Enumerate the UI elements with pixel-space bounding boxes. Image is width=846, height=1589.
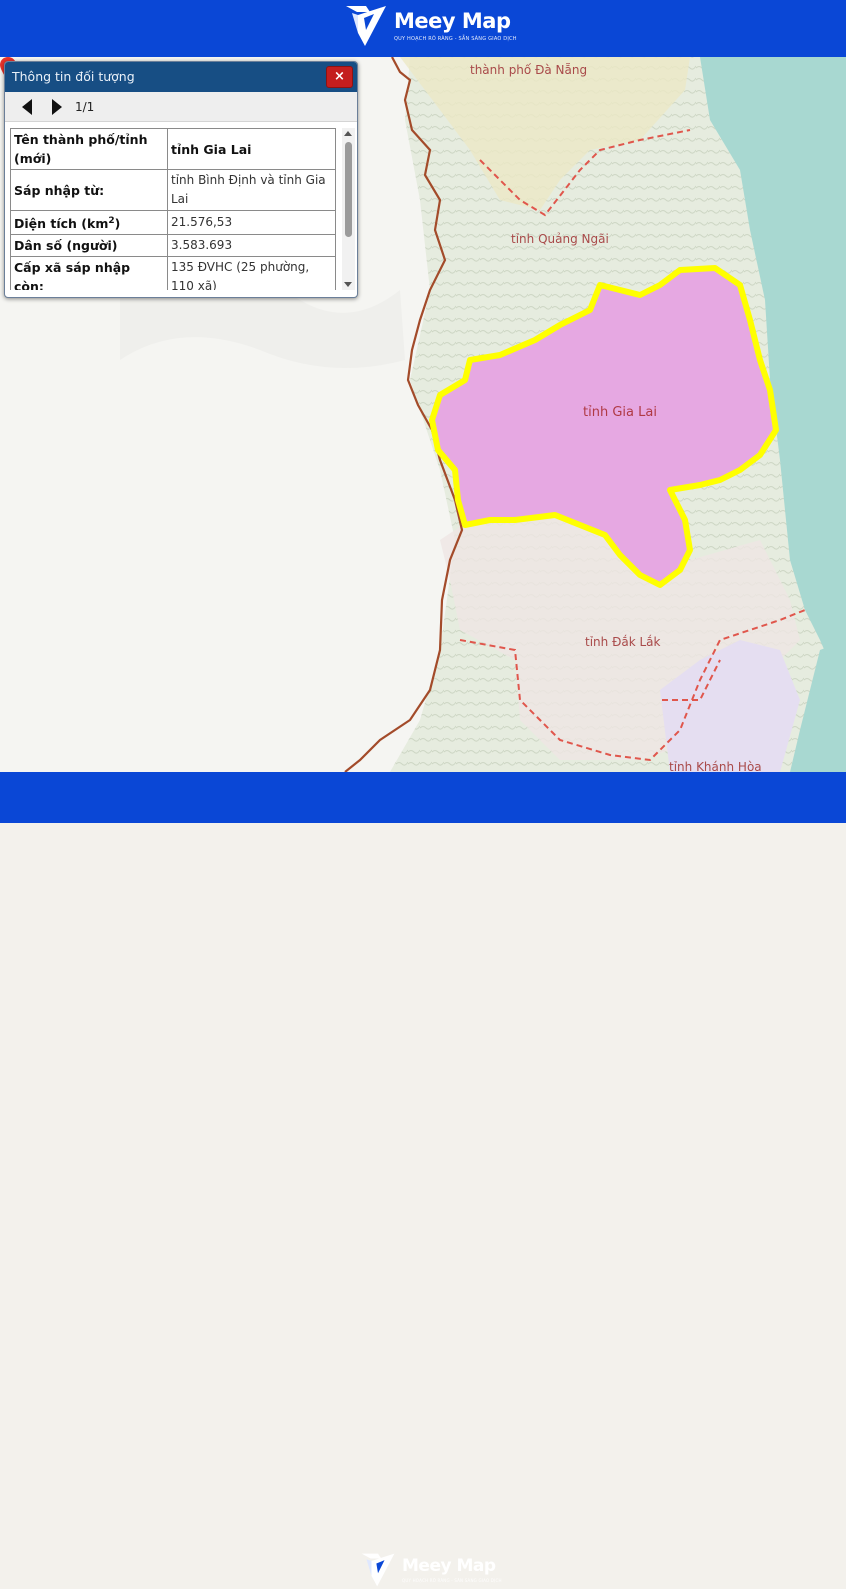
row-value: 21.576,53 [167,209,336,236]
table-row: Sáp nhập từ: tỉnh Bình Định và tỉnh Gia … [10,169,336,211]
table-row: Cấp xã sáp nhập còn: 135 ĐVHC (25 phường… [10,256,336,290]
info-table: Tên thành phố/tỉnh (mới) tỉnh Gia Lai Sá… [10,128,336,290]
table-row: Tên thành phố/tỉnh (mới) tỉnh Gia Lai [10,128,336,170]
pager-text: 1/1 [75,99,95,114]
close-icon: × [334,69,345,84]
label-quang-ngai: tỉnh Quảng Ngãi [511,232,609,246]
panel-header: Thông tin đối tượng × [5,62,357,92]
scrollbar-thumb[interactable] [345,142,352,237]
row-label: Cấp xã sáp nhập còn: [10,256,168,290]
close-button[interactable]: × [326,66,353,88]
row-value: 135 ĐVHC (25 phường, 110 xã) [167,256,336,290]
row-label-text: Diện tích (km [14,216,109,232]
triangle-right-icon [52,98,62,115]
next-button[interactable] [45,96,69,118]
row-label: Dân số (người) [10,234,168,258]
panel-scrollbar[interactable] [342,128,355,290]
brand-logo-bottom[interactable]: Meey Map QUY HOẠCH RÕ RÀNG - SẴN SÀNG GI… [360,1551,502,1589]
row-label: Sáp nhập từ: [10,169,168,211]
brand-tagline: QUY HOẠCH RÕ RÀNG - SẴN SÀNG GIAO DỊCH [402,1577,502,1583]
row-label: Diện tích (km2) [10,209,168,236]
row-label-after: ) [114,216,121,232]
label-da-nang: thành phố Đà Nẵng [470,63,588,77]
panel-title: Thông tin đối tượng [12,69,135,84]
brand-name: Meey Map [402,1555,496,1576]
label-dak-lak: tỉnh Đắk Lắk [585,635,661,649]
table-row: Dân số (người) 3.583.693 [10,234,336,258]
triangle-left-icon [22,98,32,115]
row-label: Tên thành phố/tỉnh (mới) [10,128,168,170]
label-gia-lai: tỉnh Gia Lai [583,405,657,420]
meey-logo-icon [361,1553,395,1587]
top-brand-bar: Meey Map QUY HOẠCH RÕ RÀNG - SẴN SÀNG GI… [0,0,846,57]
row-value: tỉnh Bình Định và tỉnh Gia Lai [167,169,336,211]
info-table-scroll[interactable]: Tên thành phố/tỉnh (mới) tỉnh Gia Lai Sá… [10,128,336,290]
row-value: tỉnh Gia Lai [167,128,336,170]
scroll-up-icon[interactable] [344,131,352,136]
bottom-brand-bar: Meey Map QUY HOẠCH RÕ RÀNG - SẴN SÀNG GI… [0,772,846,1587]
meey-logo-icon [346,6,386,46]
prev-button[interactable] [15,96,39,118]
object-info-panel: Thông tin đối tượng × 1/1 Tên thành phố/… [4,61,358,298]
brand-logo[interactable]: Meey Map QUY HOẠCH RÕ RÀNG - SẴN SÀNG GI… [344,3,517,49]
label-khanh-hoa: tỉnh Khánh Hòa [669,760,762,772]
row-value: 3.583.693 [167,234,336,258]
panel-pager-bar: 1/1 [5,92,357,122]
brand-name: Meey Map [394,8,511,33]
table-row: Diện tích (km2) 21.576,53 [10,209,336,236]
scroll-down-icon[interactable] [344,282,352,287]
brand-tagline: QUY HOẠCH RÕ RÀNG - SẴN SÀNG GIAO DỊCH [394,35,517,42]
